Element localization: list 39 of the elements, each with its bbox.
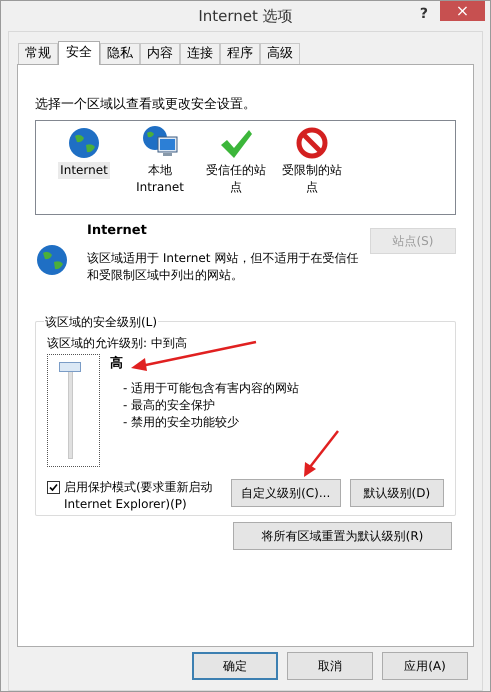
help-button[interactable]: ? (420, 4, 428, 25)
checkbox[interactable] (47, 481, 60, 494)
allowed-level-label: 该区域的允许级别: 中到高 (47, 335, 188, 352)
slider-thumb[interactable] (59, 362, 81, 372)
tab[interactable]: 常规 (18, 43, 58, 64)
tab[interactable]: 程序 (220, 43, 260, 64)
globe-icon (67, 126, 101, 160)
reset-all-button[interactable]: 将所有区域重置为默认级别(R) (233, 522, 452, 550)
default-level-button[interactable]: 默认级别(D) (350, 479, 444, 507)
zone-prompt: 选择一个区域以查看或更改安全设置。 (35, 96, 257, 114)
zone-item[interactable]: 受限制的站点 (276, 124, 348, 196)
tab[interactable]: 隐私 (100, 43, 140, 64)
level-name: 高 (110, 354, 123, 373)
zone-title: Internet (87, 222, 148, 240)
level-description: - 禁用的安全功能较少 (123, 414, 240, 430)
zone-item[interactable]: 本地 Intranet (124, 124, 196, 196)
custom-level-button[interactable]: 自定义级别(C)... (230, 479, 341, 507)
level-description: - 适用于可能包含有害内容的网站 (123, 380, 300, 396)
check-mark-icon (49, 483, 58, 492)
tab[interactable]: 连接 (180, 43, 220, 64)
annotation-arrow (301, 429, 341, 479)
tab[interactable]: 高级 (260, 43, 300, 64)
dialog-button[interactable]: 应用(A) (382, 652, 468, 680)
window-title: Internet 选项 (198, 6, 293, 27)
level-description: - 最高的安全保护 (123, 396, 216, 414)
zone-item[interactable]: Internet (48, 124, 120, 178)
group-title: 该区域的安全级别(L) (44, 313, 158, 331)
close-button[interactable]: × (440, 1, 485, 21)
dialog-button[interactable]: 取消 (287, 652, 373, 680)
zone-item[interactable]: 受信任的站点 (200, 124, 272, 196)
zone-description: 该区域适用于 Internet 网站，但不适用于在受信任和受限制区域中列出的网站。 (87, 250, 360, 284)
globe-icon (35, 242, 69, 276)
tab[interactable]: 安全 (58, 41, 100, 65)
forbidden-icon (295, 126, 329, 160)
tab[interactable]: 内容 (140, 43, 180, 64)
security-slider[interactable] (47, 354, 100, 467)
check-icon (219, 128, 253, 160)
protected-mode-checkbox[interactable]: 启用保护模式(要求重新启动 Internet Explorer)(P) (47, 479, 227, 513)
dialog-button[interactable]: 确定 (192, 652, 278, 680)
